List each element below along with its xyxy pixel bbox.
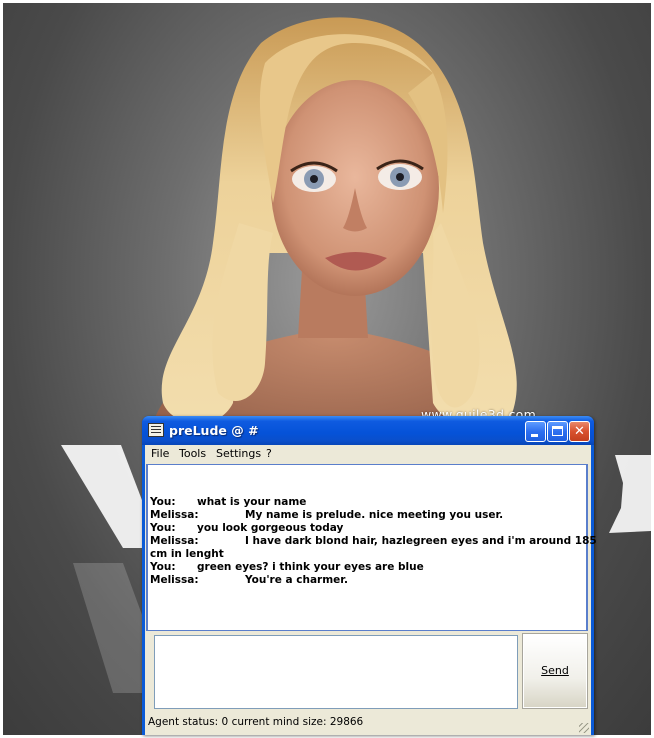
message-text: I have dark blond hair, hazlegreen eyes … xyxy=(245,535,597,547)
menu-settings[interactable]: Settings xyxy=(216,447,261,460)
menu-bar: File Tools Settings ? xyxy=(145,445,591,463)
resize-grip-icon[interactable] xyxy=(579,723,589,733)
speaker-label: You: xyxy=(150,561,176,573)
window-client-area: File Tools Settings ? You: what is your … xyxy=(145,445,597,735)
maximize-icon xyxy=(552,426,563,436)
speaker-label: Melissa: xyxy=(150,574,199,586)
chat-line: You: you look gorgeous today xyxy=(150,522,586,535)
close-icon: ✕ xyxy=(574,424,585,439)
speaker-label: You: xyxy=(150,522,176,534)
notepad-icon[interactable] xyxy=(148,423,164,437)
chat-line: Melissa: I have dark blond hair, hazlegr… xyxy=(150,535,597,548)
speaker-label: You: xyxy=(150,496,176,508)
menu-file[interactable]: File xyxy=(151,447,169,460)
chat-line-continuation: cm in lenght xyxy=(150,548,586,561)
speaker-label: Melissa: xyxy=(150,509,199,521)
chat-messages: You: what is your name Melissa: My name … xyxy=(150,496,597,587)
maximize-button[interactable] xyxy=(547,421,568,442)
send-button-label: Send xyxy=(541,664,569,677)
title-bar[interactable]: preLude @ # ✕ xyxy=(142,416,594,445)
menu-help[interactable]: ? xyxy=(266,447,272,460)
minimize-button[interactable] xyxy=(525,421,546,442)
message-text: green eyes? i think your eyes are blue xyxy=(197,561,424,573)
message-text: You're a charmer. xyxy=(245,574,348,586)
chat-line: Melissa: My name is prelude. nice meetin… xyxy=(150,509,586,522)
message-input[interactable] xyxy=(154,635,518,709)
send-button[interactable]: Send xyxy=(522,633,588,709)
chat-log[interactable]: You: what is your name Melissa: My name … xyxy=(146,464,597,631)
status-bar-text: Agent status: 0 current mind size: 29866 xyxy=(148,716,364,728)
chat-window: preLude @ # ✕ File Tools Settings ? You:… xyxy=(142,416,597,735)
message-text: what is your name xyxy=(197,496,307,508)
menu-tools[interactable]: Tools xyxy=(179,447,206,460)
window-title: preLude @ # xyxy=(169,423,259,438)
message-text: My name is prelude. nice meeting you use… xyxy=(245,509,504,521)
minimize-icon xyxy=(531,434,538,437)
close-button[interactable]: ✕ xyxy=(569,421,590,442)
chat-line: You: green eyes? i think your eyes are b… xyxy=(150,561,586,574)
chat-line: You: what is your name xyxy=(150,496,586,509)
chat-line: Melissa: You're a charmer. xyxy=(150,574,586,587)
speaker-label: Melissa: xyxy=(150,535,199,547)
message-text: you look gorgeous today xyxy=(197,522,344,534)
message-continuation: cm in lenght xyxy=(150,548,224,560)
